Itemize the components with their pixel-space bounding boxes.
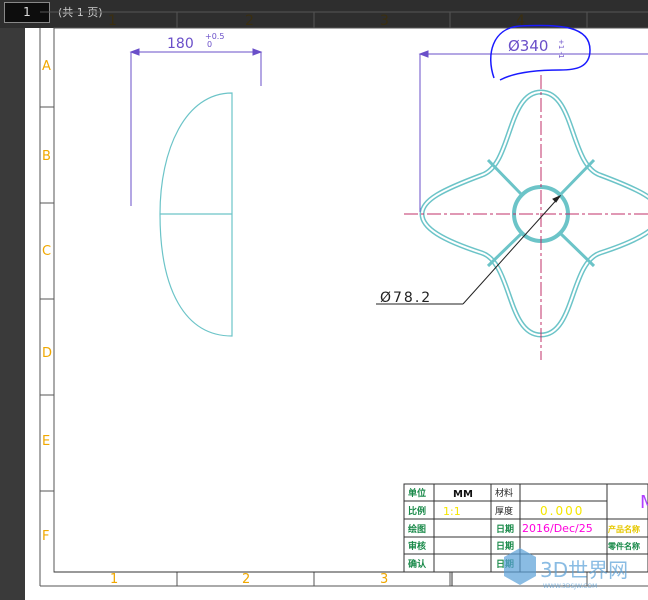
tb-label: 日期 (496, 540, 514, 552)
thickness-value: 0.000 (540, 504, 584, 518)
zone-col: 2 (245, 13, 254, 29)
date-value: 2016/Dec/25 (522, 522, 593, 535)
zone-col: 3 (380, 572, 388, 587)
inner-diameter-text: Ø78.2 (380, 290, 432, 306)
zone-col: 1 (110, 572, 118, 587)
zone-row: D (42, 346, 52, 361)
zone-col: 3 (380, 13, 389, 29)
zone-col: 1 (108, 13, 117, 29)
width-dim-text: 180 (167, 36, 194, 52)
tb-label: 厚度 (495, 505, 513, 517)
part-name-label: 零件名称 (607, 541, 640, 551)
tb-label: 比例 (408, 505, 426, 517)
product-name-label: 产品名称 (608, 524, 640, 534)
tb-label: 审核 (408, 540, 426, 552)
watermark-text: 3D世界网 (540, 558, 628, 582)
tb-label: 日期 (496, 523, 514, 535)
drawing-title: M (640, 492, 648, 513)
zone-row: A (42, 59, 51, 74)
zone-row: F (42, 529, 49, 544)
drawing-sheet: 1 2 3 4 A B C D E F 1 2 3 180 +0.5 0 Ø34… (25, 11, 648, 600)
tb-label: 材料 (495, 487, 513, 499)
outer-diameter-tol: +1 -1 (557, 39, 565, 59)
zone-row: C (42, 244, 51, 259)
watermark-url: WWW.3DSJW.COM (543, 583, 597, 590)
scale-value: 1:1 (443, 505, 461, 518)
tb-label: 绘图 (408, 523, 426, 535)
zone-row: E (42, 434, 50, 449)
unit-value: MM (453, 489, 473, 500)
zone-col: 2 (242, 572, 250, 587)
outer-diameter-text: Ø340 (508, 37, 548, 55)
tb-label: 确认 (408, 558, 427, 570)
tb-label: 单位 (408, 487, 426, 499)
zone-row: B (42, 149, 51, 164)
width-tol-lower: 0 (207, 40, 212, 49)
